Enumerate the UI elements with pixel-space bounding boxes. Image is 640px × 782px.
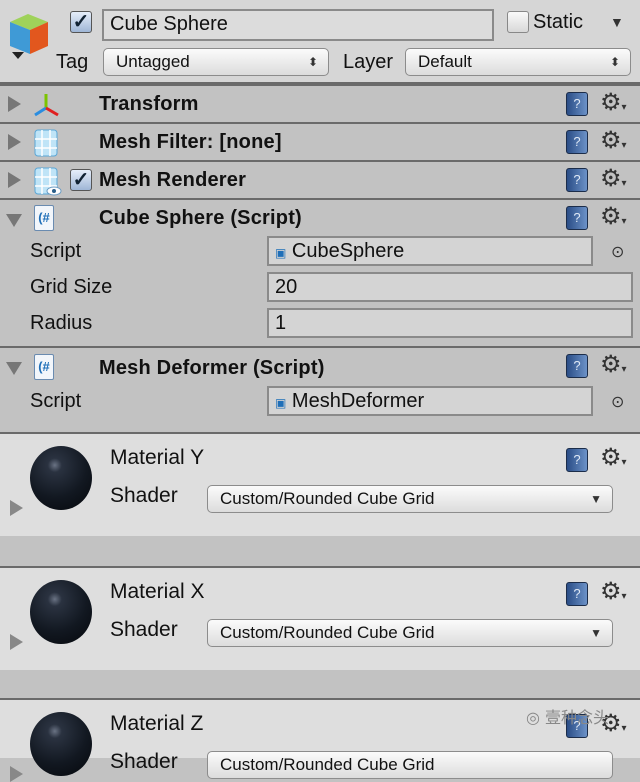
foldout-arrow-icon[interactable] (10, 500, 23, 516)
foldout-arrow-icon[interactable] (6, 214, 22, 227)
radius-input[interactable]: 1 (267, 308, 633, 338)
object-picker-icon[interactable]: ⊙ (611, 242, 624, 262)
wechat-icon: ◎ (526, 708, 546, 727)
component-title: Transform (99, 93, 199, 115)
shader-label: Shader (110, 484, 178, 507)
material-z: Material Z Shader Custom/Rounded Cube Gr… (0, 698, 640, 782)
material-x: Material X Shader Custom/Rounded Cube Gr… (0, 566, 640, 670)
gear-icon[interactable]: ⚙▾ (600, 446, 627, 475)
gear-icon[interactable]: ⚙▾ (600, 580, 627, 609)
layer-label: Layer (343, 51, 394, 73)
watermark-text: 壹种念头 (545, 708, 610, 727)
material-y: Material Y Shader Custom/Rounded Cube Gr… (0, 432, 640, 536)
help-book-icon[interactable]: ? (566, 206, 588, 230)
csharp-script-icon: (# (34, 354, 54, 380)
script-file-icon: ▣ (275, 246, 287, 260)
foldout-arrow-icon[interactable] (10, 766, 23, 782)
foldout-arrow-icon[interactable] (8, 172, 21, 188)
dropdown-arrow-icon: ▼ (590, 492, 602, 506)
material-preview-sphere (30, 580, 92, 644)
transform-axes-icon (34, 94, 59, 117)
shader-value: Custom/Rounded Cube Grid (220, 623, 435, 642)
material-name: Material Z (110, 712, 204, 735)
active-checkbox[interactable]: ✓ (70, 11, 92, 33)
radius-label: Radius (30, 312, 93, 334)
component-title: Cube Sphere (Script) (99, 207, 302, 229)
component-title: Mesh Deformer (Script) (99, 357, 325, 379)
material-preview-sphere (30, 712, 92, 776)
script-label: Script (30, 390, 82, 412)
separator-band (0, 672, 640, 698)
static-label: Static (533, 11, 584, 33)
help-book-icon[interactable]: ? (566, 582, 588, 606)
watermark: ◎ 壹种念头 (526, 704, 609, 728)
mesh-renderer-icon (34, 167, 62, 196)
script-value: MeshDeformer (291, 390, 425, 412)
shader-value: Custom/Rounded Cube Grid (220, 489, 435, 508)
foldout-arrow-icon[interactable] (10, 634, 23, 650)
tag-label: Tag (56, 51, 89, 73)
tag-select[interactable]: Untagged ⬍ (103, 48, 329, 76)
component-title: Mesh Renderer (99, 169, 247, 191)
script-object-field[interactable]: ▣ CubeSphere (267, 236, 593, 266)
script-file-icon: ▣ (275, 396, 287, 410)
grid-size-label: Grid Size (30, 276, 113, 298)
foldout-arrow-icon[interactable] (8, 96, 21, 112)
gameobject-cube-icon[interactable] (6, 12, 52, 64)
script-value: CubeSphere (291, 240, 405, 262)
layer-value: Default (418, 52, 472, 71)
gameobject-header: ✓ Cube Sphere Static ▼ Tag Untagged ⬍ Lay… (0, 0, 640, 84)
component-title: Mesh Filter: [none] (99, 131, 282, 153)
shader-label: Shader (110, 618, 178, 641)
shader-label: Shader (110, 750, 178, 773)
material-preview-sphere (30, 446, 92, 510)
help-book-icon[interactable]: ? (566, 448, 588, 472)
component-mesh-deformer-script: (# Mesh Deformer (Script) ? ⚙▾ Script ▣ … (0, 346, 640, 434)
gear-icon[interactable]: ⚙▾ (600, 129, 627, 158)
object-picker-icon[interactable]: ⊙ (611, 392, 624, 412)
mesh-filter-icon (34, 129, 58, 157)
gear-icon[interactable]: ⚙▾ (600, 353, 627, 382)
layer-select[interactable]: Default ⬍ (405, 48, 631, 76)
gear-icon[interactable]: ⚙▾ (600, 205, 627, 234)
csharp-script-icon: (# (34, 205, 54, 231)
material-name: Material Y (110, 446, 205, 469)
help-book-icon[interactable]: ? (566, 130, 588, 154)
shader-select[interactable]: Custom/Rounded Cube Grid ▼ (207, 485, 613, 513)
help-book-icon[interactable]: ? (566, 92, 588, 116)
material-name: Material X (110, 580, 205, 603)
enabled-checkbox[interactable]: ✓ (70, 169, 92, 191)
component-transform[interactable]: Transform ? ⚙▾ (0, 84, 640, 122)
gear-icon[interactable]: ⚙▾ (600, 167, 627, 196)
grid-size-input[interactable]: 20 (267, 272, 633, 302)
help-book-icon[interactable]: ? (566, 354, 588, 378)
updown-arrow-icon: ⬍ (307, 55, 318, 69)
separator-band (0, 538, 640, 566)
dropdown-arrow-icon: ▼ (590, 626, 602, 640)
shader-select[interactable]: Custom/Rounded Cube Grid (207, 751, 613, 779)
name-input[interactable]: Cube Sphere (102, 9, 494, 41)
static-dropdown-arrow-icon[interactable]: ▼ (610, 14, 624, 30)
shader-select[interactable]: Custom/Rounded Cube Grid ▼ (207, 619, 613, 647)
component-mesh-renderer[interactable]: ✓ Mesh Renderer ? ⚙▾ (0, 160, 640, 198)
shader-value: Custom/Rounded Cube Grid (220, 755, 435, 774)
gear-icon[interactable]: ⚙▾ (600, 91, 627, 120)
component-cube-sphere-script: (# Cube Sphere (Script) ? ⚙▾ Script ▣ Cu… (0, 198, 640, 346)
tag-value: Untagged (116, 52, 190, 71)
script-label: Script (30, 240, 82, 262)
foldout-arrow-icon[interactable] (8, 134, 21, 150)
component-mesh-filter[interactable]: Mesh Filter: [none] ? ⚙▾ (0, 122, 640, 160)
help-book-icon[interactable]: ? (566, 168, 588, 192)
script-object-field[interactable]: ▣ MeshDeformer (267, 386, 593, 416)
updown-arrow-icon: ⬍ (609, 55, 620, 69)
foldout-arrow-icon[interactable] (6, 362, 22, 375)
static-checkbox[interactable] (507, 11, 529, 33)
